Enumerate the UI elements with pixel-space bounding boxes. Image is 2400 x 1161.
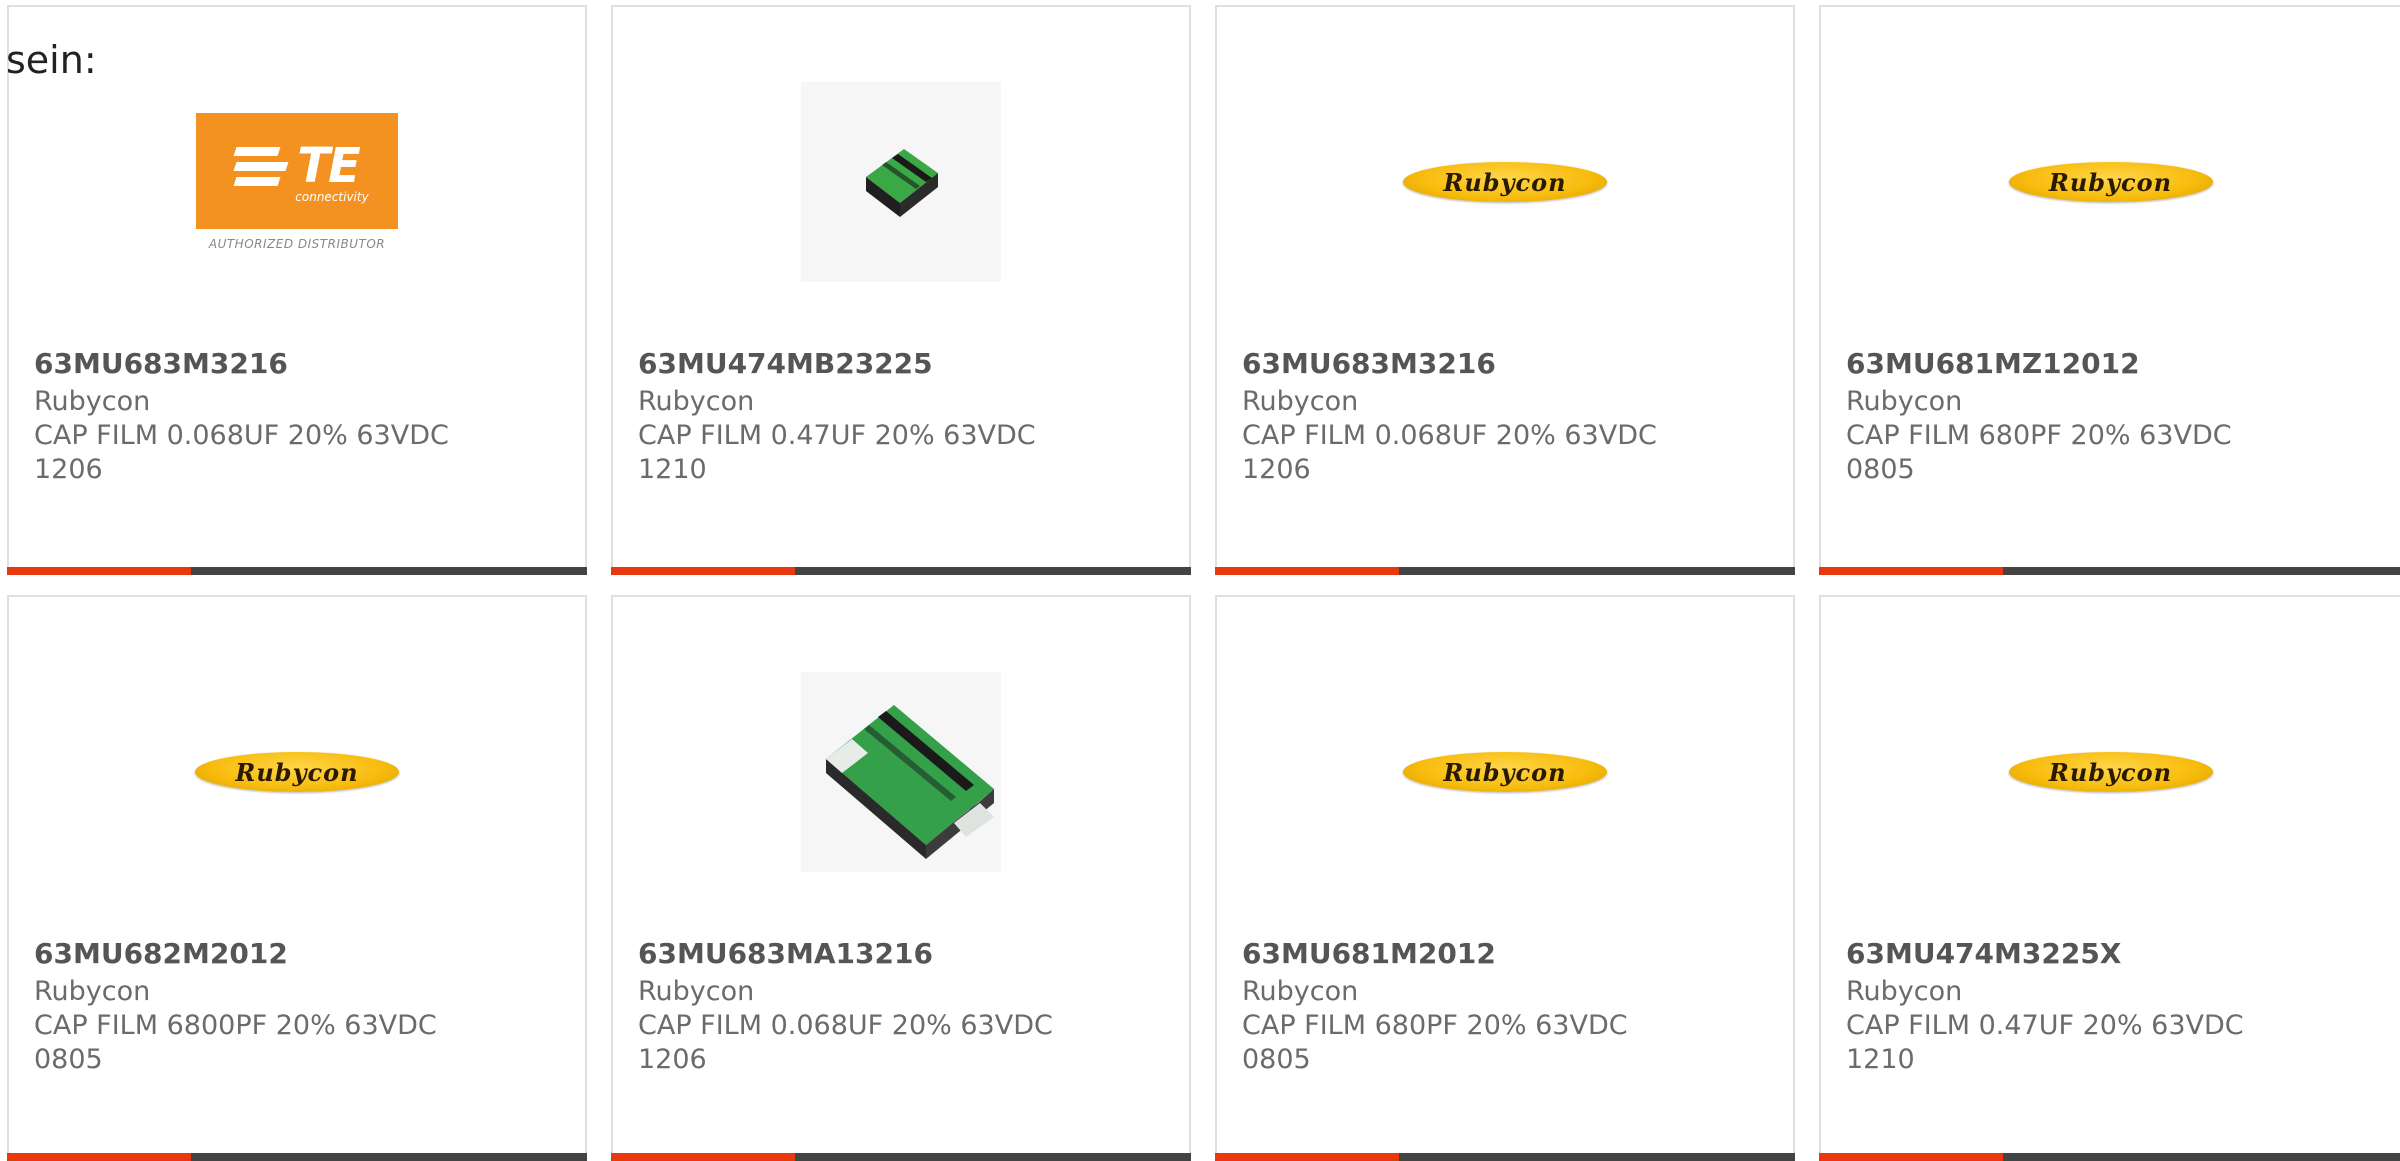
manufacturer: Rubycon (1242, 386, 1359, 417)
rubycon-logo: Rubycon (1400, 77, 1610, 287)
rubycon-logo: Rubycon (2006, 77, 2216, 287)
package-size: 0805 (1846, 454, 1915, 485)
card-footer-bar (1215, 567, 1795, 575)
package-size: 0805 (1242, 1044, 1311, 1075)
description: CAP FILM 680PF 20% 63VDC (1242, 1010, 1628, 1041)
manufacturer: Rubycon (1846, 976, 1963, 1007)
part-number[interactable]: 63MU681MZ12012 (1846, 347, 2380, 381)
description: CAP FILM 0.47UF 20% 63VDC (638, 420, 1036, 451)
card-footer-bar (7, 1153, 587, 1161)
small-film-chip-image (796, 77, 1006, 287)
part-number[interactable]: 63MU474M3225X (1846, 937, 2380, 971)
product-card[interactable]: 63MU474MB23225 Rubycon CAP FILM 0.47UF 2… (611, 5, 1191, 575)
rubycon-logo: Rubycon (192, 667, 402, 877)
manufacturer: Rubycon (1846, 386, 1963, 417)
product-card[interactable]: TE connectivity AUTHORIZED DISTRIBUTOR 6… (7, 5, 587, 575)
manufacturer: Rubycon (638, 976, 755, 1007)
product-card[interactable]: Rubycon 63MU681M2012 Rubycon CAP FILM 68… (1215, 595, 1795, 1161)
part-number[interactable]: 63MU683M3216 (34, 347, 565, 381)
manufacturer: Rubycon (34, 386, 151, 417)
description: CAP FILM 0.068UF 20% 63VDC (34, 420, 449, 451)
part-number[interactable]: 63MU683M3216 (1242, 347, 1773, 381)
card-footer-bar (1819, 567, 2400, 575)
rubycon-logo: Rubycon (2006, 667, 2216, 877)
card-footer-bar (611, 567, 1191, 575)
part-number[interactable]: 63MU474MB23225 (638, 347, 1169, 381)
description: CAP FILM 680PF 20% 63VDC (1846, 420, 2232, 451)
manufacturer: Rubycon (638, 386, 755, 417)
description: CAP FILM 6800PF 20% 63VDC (34, 1010, 437, 1041)
intro-text: sein: (6, 38, 97, 82)
manufacturer: Rubycon (1242, 976, 1359, 1007)
rubycon-logo: Rubycon (1400, 667, 1610, 877)
description: CAP FILM 0.068UF 20% 63VDC (638, 1010, 1053, 1041)
product-grid: TE connectivity AUTHORIZED DISTRIBUTOR 6… (0, 0, 2400, 1161)
card-footer-bar (611, 1153, 1191, 1161)
te-connectivity-logo: TE connectivity AUTHORIZED DISTRIBUTOR (192, 77, 402, 287)
package-size: 1206 (34, 454, 103, 485)
package-size: 1210 (1846, 1044, 1915, 1075)
part-number[interactable]: 63MU682M2012 (34, 937, 565, 971)
product-card[interactable]: Rubycon 63MU681MZ12012 Rubycon CAP FILM … (1819, 5, 2400, 575)
package-size: 1210 (638, 454, 707, 485)
product-card[interactable]: Rubycon 63MU682M2012 Rubycon CAP FILM 68… (7, 595, 587, 1161)
card-footer-bar (1215, 1153, 1795, 1161)
part-number[interactable]: 63MU681M2012 (1242, 937, 1773, 971)
package-size: 0805 (34, 1044, 103, 1075)
large-film-chip-image (796, 667, 1006, 877)
package-size: 1206 (638, 1044, 707, 1075)
manufacturer: Rubycon (34, 976, 151, 1007)
product-card[interactable]: 63MU683MA13216 Rubycon CAP FILM 0.068UF … (611, 595, 1191, 1161)
product-card[interactable]: Rubycon 63MU474M3225X Rubycon CAP FILM 0… (1819, 595, 2400, 1161)
description: CAP FILM 0.47UF 20% 63VDC (1846, 1010, 2244, 1041)
package-size: 1206 (1242, 454, 1311, 485)
description: CAP FILM 0.068UF 20% 63VDC (1242, 420, 1657, 451)
card-footer-bar (7, 567, 587, 575)
part-number[interactable]: 63MU683MA13216 (638, 937, 1169, 971)
product-card[interactable]: Rubycon 63MU683M3216 Rubycon CAP FILM 0.… (1215, 5, 1795, 575)
card-footer-bar (1819, 1153, 2400, 1161)
